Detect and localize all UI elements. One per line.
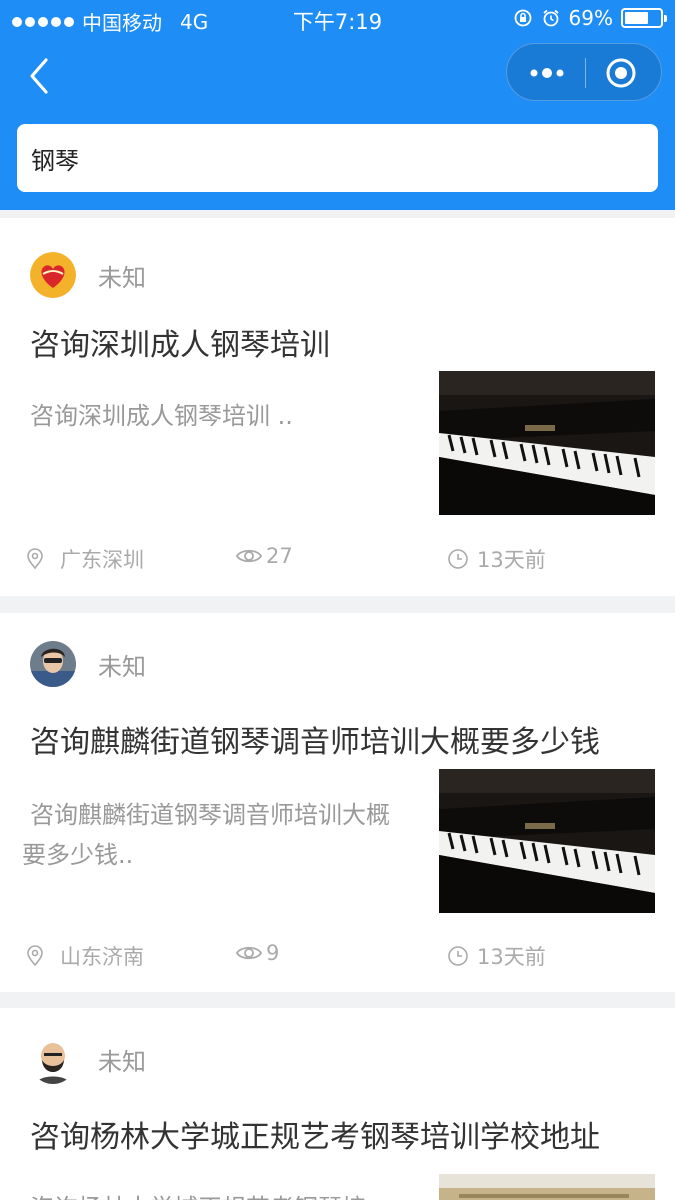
time-label: 13天前	[477, 945, 546, 969]
list-item[interactable]: 未知 咨询深圳成人钢琴培训 咨询深圳成人钢琴培训 .. 广东深圳 27 13天前	[0, 218, 675, 596]
list-item[interactable]: 未知 咨询麒麟街道钢琴调音师培训大概要多少钱 咨询麒麟街道钢琴调音师培训大概要多…	[0, 613, 675, 992]
location-pin-icon	[27, 548, 43, 570]
location-label: 广东深圳	[60, 548, 144, 572]
piano-thumbnail	[439, 371, 655, 515]
location-pin-icon	[27, 945, 43, 967]
battery-percent: 69%	[568, 6, 613, 30]
time-label: 13天前	[477, 548, 546, 572]
post-title[interactable]: 咨询麒麟街道钢琴调音师培训大概要多少钱	[30, 717, 600, 761]
battery-icon	[621, 8, 667, 28]
views-count: 9	[266, 941, 280, 965]
post-time: 13天前	[447, 941, 546, 971]
post-time: 13天前	[447, 544, 546, 574]
orientation-lock-icon	[514, 9, 531, 27]
capsule-divider	[585, 58, 586, 88]
status-bar: 中国移动 4G 下午7:19 69%	[0, 0, 675, 38]
eye-icon	[236, 946, 262, 960]
post-title[interactable]: 咨询杨林大学城正规艺考钢琴培训学校地址	[30, 1112, 600, 1156]
list-item[interactable]: 未知 咨询杨林大学城正规艺考钢琴培训学校地址 咨询杨林大学城正规艺考钢琴培	[0, 1008, 675, 1200]
clock-icon	[448, 946, 468, 966]
author-name: 未知	[98, 653, 146, 681]
post-desc: 咨询深圳成人钢琴培训 ..	[30, 402, 293, 430]
header: 中国移动 4G 下午7:19 69% 钢琴	[0, 0, 675, 210]
avatar	[30, 1038, 76, 1084]
eye-icon	[236, 549, 262, 563]
location-label: 山东济南	[60, 945, 144, 969]
post-views: 9	[236, 941, 279, 965]
post-location: 广东深圳	[24, 544, 144, 574]
alarm-icon	[542, 9, 559, 27]
avatar	[30, 252, 76, 298]
clock-icon	[448, 549, 468, 569]
post-views: 27	[236, 544, 293, 568]
nav-bar	[0, 38, 675, 114]
post-desc: 咨询杨林大学城正规艺考钢琴培	[30, 1188, 420, 1200]
piano-thumbnail	[439, 769, 655, 913]
search-input[interactable]: 钢琴	[17, 124, 658, 192]
more-icon[interactable]	[525, 58, 569, 88]
views-count: 27	[266, 544, 293, 568]
piano-thumbnail	[439, 1174, 655, 1200]
post-title[interactable]: 咨询深圳成人钢琴培训	[30, 320, 330, 364]
back-button[interactable]	[18, 54, 62, 98]
author-name: 未知	[98, 1048, 146, 1076]
avatar	[30, 641, 76, 687]
post-desc: 咨询麒麟街道钢琴调音师培训大概要多少钱..	[22, 801, 390, 869]
close-miniprogram-icon[interactable]	[605, 57, 637, 89]
post-location: 山东济南	[24, 941, 144, 971]
author-name: 未知	[98, 264, 146, 292]
menu-capsule	[506, 43, 662, 101]
